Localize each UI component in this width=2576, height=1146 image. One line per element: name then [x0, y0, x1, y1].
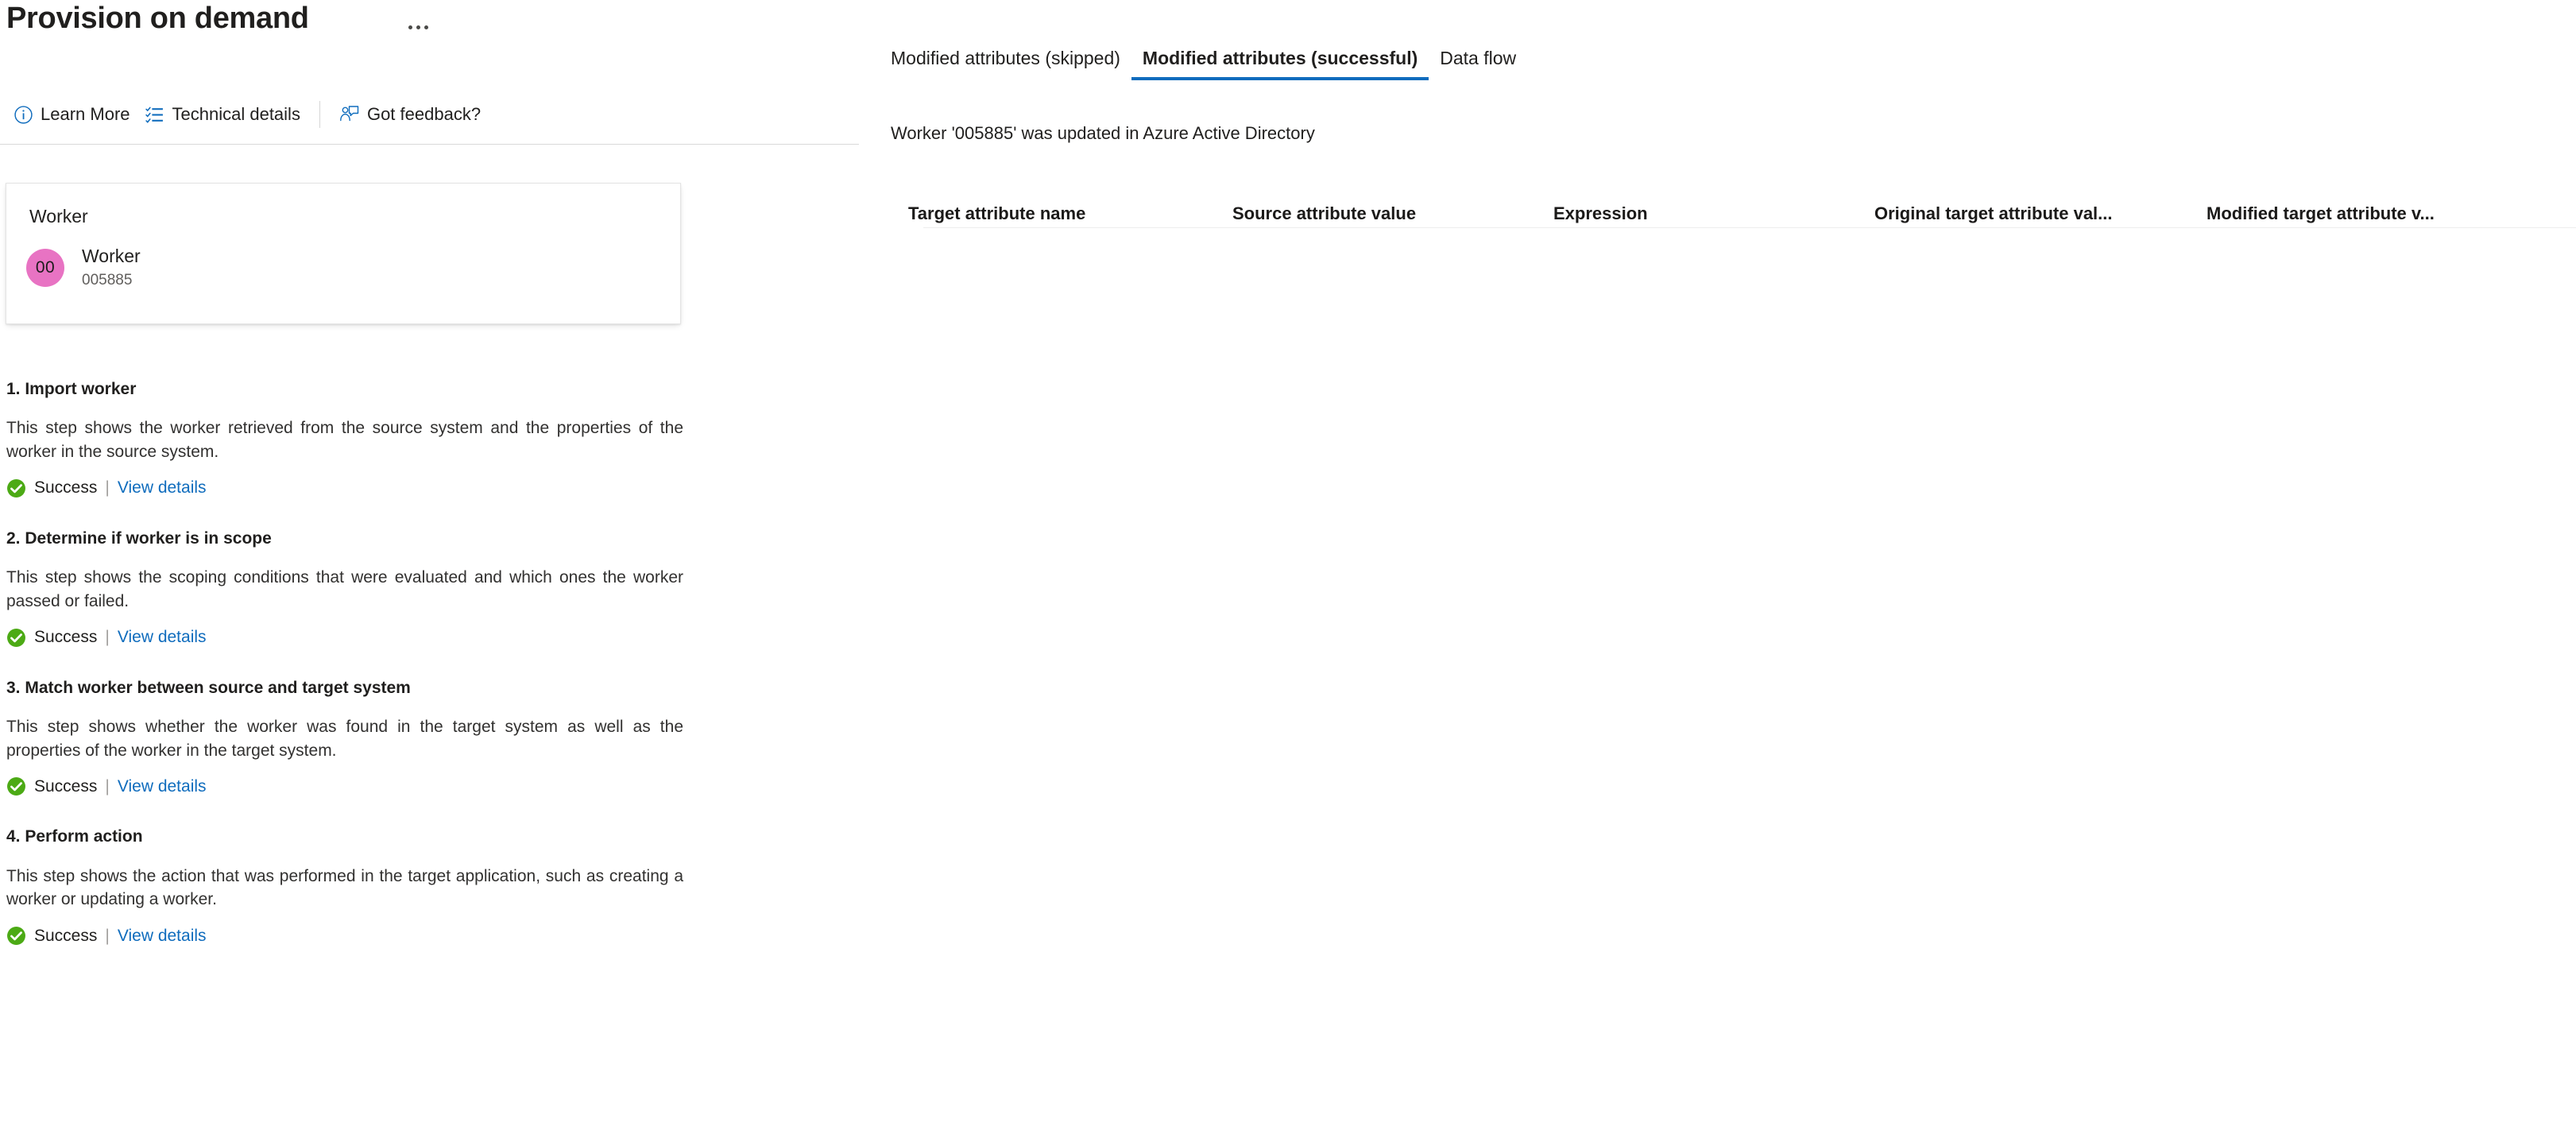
header-divider [0, 144, 859, 145]
column-header-original-target-attribute-value[interactable]: Original target attribute val... [1874, 203, 2207, 227]
step-description: This step shows the worker retrieved fro… [6, 419, 683, 461]
step-status-label: Success [34, 478, 98, 498]
got-feedback-label: Got feedback? [366, 104, 482, 124]
worker-name: Worker [82, 246, 141, 266]
ellipsis-icon [416, 25, 420, 29]
tab-modified-attributes-skipped[interactable]: Modified attributes (skipped) [891, 48, 1131, 80]
tab-label: Data flow [1440, 48, 1517, 68]
tab-label: Modified attributes (skipped) [891, 48, 1120, 68]
view-details-link[interactable]: View details [118, 927, 207, 946]
step-status-label: Success [34, 926, 98, 945]
column-header-target-attribute-name[interactable]: Target attribute name [900, 203, 1232, 227]
modified-attributes-table: Target attribute name Source attribute v… [900, 183, 2576, 260]
step-title: 4. Perform action [6, 827, 143, 846]
worker-identity: 00 Worker 005885 [26, 245, 141, 291]
step-perform-action: 4. Perform action This step shows the ac… [0, 827, 688, 946]
tab-data-flow[interactable]: Data flow [1429, 48, 1527, 80]
step-import-worker: 1. Import worker This step shows the wor… [0, 379, 688, 498]
info-circle-icon [13, 104, 33, 125]
success-check-icon [6, 478, 26, 498]
technical-details-label: Technical details [172, 104, 300, 124]
person-feedback-icon [339, 104, 360, 125]
success-check-icon [6, 628, 26, 648]
step-status-row: Success | View details [6, 478, 688, 498]
page-header: Provision on demand Learn More Technical… [0, 0, 859, 157]
worker-id: 005885 [82, 271, 133, 288]
learn-more-label: Learn More [41, 104, 130, 124]
details-tabs: Modified attributes (skipped) Modified a… [891, 48, 1527, 80]
more-menu-button[interactable] [404, 14, 432, 40]
step-description: This step shows the action that was perf… [6, 866, 683, 909]
worker-card: Worker 00 Worker 005885 [6, 183, 681, 324]
got-feedback-button[interactable]: Got feedback? [333, 97, 489, 132]
command-bar-separator [319, 101, 320, 128]
step-description: This step shows the scoping conditions t… [6, 568, 683, 610]
step-title: 3. Match worker between source and targe… [6, 678, 411, 697]
table-body [900, 228, 2567, 260]
view-details-link[interactable]: View details [118, 478, 207, 498]
checklist-icon [145, 104, 165, 125]
provision-on-demand-panel: Provision on demand Learn More Technical… [0, 0, 859, 1146]
status-separator: | [105, 776, 110, 796]
command-bar: Learn More Technical details Got feedbac… [0, 95, 489, 134]
tab-modified-attributes-successful[interactable]: Modified attributes (successful) [1131, 48, 1429, 80]
step-determine-scope: 2. Determine if worker is in scope This … [0, 528, 688, 648]
page-title: Provision on demand [6, 2, 309, 35]
result-summary: Worker '005885' was updated in Azure Act… [891, 123, 1315, 143]
status-separator: | [105, 926, 110, 945]
ellipsis-icon [408, 25, 412, 29]
step-status-row: Success | View details [6, 926, 688, 946]
success-check-icon [6, 926, 26, 946]
worker-identity-text: Worker 005885 [82, 245, 141, 291]
step-title: 2. Determine if worker is in scope [6, 528, 272, 548]
technical-details-button[interactable]: Technical details [138, 97, 308, 132]
step-description: This step shows whether the worker was f… [6, 717, 683, 760]
worker-card-title: Worker [29, 206, 88, 226]
step-match-worker: 3. Match worker between source and targe… [0, 678, 688, 797]
column-header-source-attribute-value[interactable]: Source attribute value [1232, 203, 1553, 227]
table-header-row: Target attribute name Source attribute v… [900, 183, 2567, 227]
status-separator: | [105, 628, 110, 647]
step-title: 1. Import worker [6, 380, 137, 398]
column-header-modified-target-attribute-value[interactable]: Modified target attribute v... [2207, 203, 2548, 227]
step-status-row: Success | View details [6, 776, 688, 796]
view-details-link[interactable]: View details [118, 777, 207, 796]
step-status-label: Success [34, 776, 98, 796]
ellipsis-icon [424, 25, 428, 29]
avatar: 00 [26, 249, 64, 288]
success-check-icon [6, 776, 26, 796]
step-status-label: Success [34, 628, 98, 647]
step-status-row: Success | View details [6, 628, 688, 648]
status-separator: | [105, 478, 110, 498]
step-details-panel: Modified attributes (skipped) Modified a… [859, 0, 2576, 1146]
tab-label: Modified attributes (successful) [1142, 48, 1418, 68]
column-header-expression[interactable]: Expression [1553, 203, 1874, 227]
provisioning-steps-list: 1. Import worker This step shows the wor… [0, 379, 699, 946]
view-details-link[interactable]: View details [118, 628, 207, 647]
learn-more-button[interactable]: Learn More [6, 97, 138, 132]
